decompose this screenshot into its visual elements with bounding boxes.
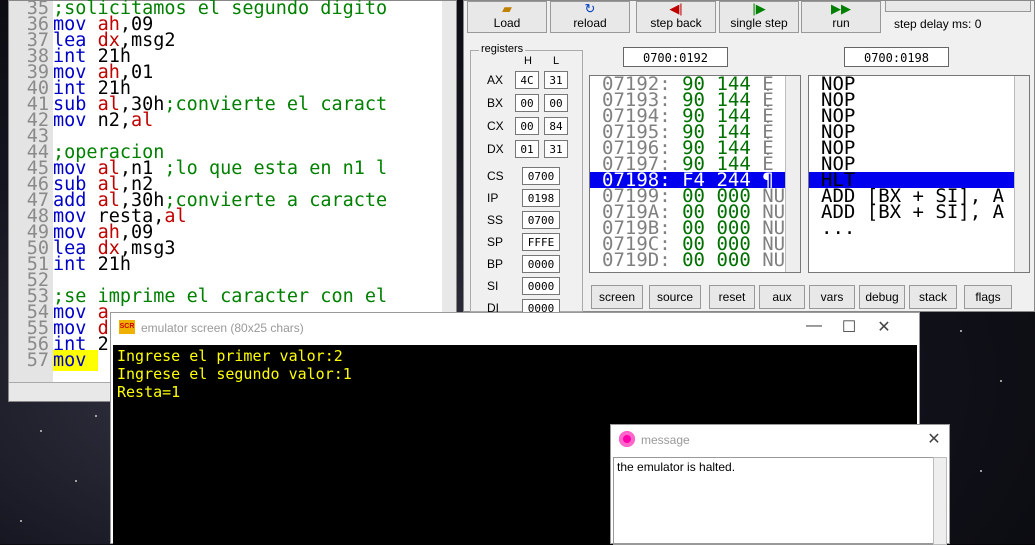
- reload-label: reload: [573, 16, 607, 30]
- button-screen[interactable]: screen: [591, 285, 643, 309]
- register-name: AX: [487, 73, 504, 87]
- emulator-screen-title: emulator screen (80x25 chars): [141, 321, 304, 335]
- disassembly-list[interactable]: NOP NOP NOP NOP NOP NOP HLT ADD [BX + SI], A ADD…: [808, 75, 1030, 273]
- emulator-screen-app-icon: SCR: [119, 320, 135, 334]
- reload-button[interactable]: ↻ reload: [550, 1, 630, 33]
- message-titlebar[interactable]: message ✕: [611, 425, 949, 453]
- registers-title: registers: [479, 43, 526, 55]
- step-back-button[interactable]: ◀| step back: [636, 1, 716, 33]
- code-token: ;convierte el caract: [164, 94, 388, 115]
- code-token: ;lo que esta en n1 l: [164, 158, 388, 179]
- register-name: SI: [487, 279, 499, 293]
- register-value-field[interactable]: 0700: [522, 211, 560, 229]
- register-value-field[interactable]: 0198: [522, 189, 560, 207]
- button-debug[interactable]: debug: [859, 285, 905, 309]
- code-token: al: [164, 206, 187, 227]
- register-h-byte-field[interactable]: 4C: [515, 71, 539, 89]
- button-stack[interactable]: stack: [909, 285, 957, 309]
- memory-address-field[interactable]: 0700:0192: [623, 47, 728, 67]
- register-name: CS: [487, 169, 504, 183]
- button-aux[interactable]: aux: [759, 285, 805, 309]
- maximize-icon[interactable]: ☐: [834, 317, 864, 337]
- message-app-icon: [619, 431, 635, 447]
- close-icon[interactable]: ✕: [869, 317, 899, 337]
- registers-panel: registers H L AX 4C 31 BX 00 00 CX 00 84 DX 01 31 CS…: [470, 43, 583, 317]
- high-byte-header: H: [524, 55, 532, 67]
- register-value-field[interactable]: FFFE: [522, 233, 560, 251]
- register-h-byte-field[interactable]: 01: [515, 140, 539, 158]
- single-step-label: single step: [730, 16, 788, 30]
- single-step-button[interactable]: |▶ single step: [719, 1, 799, 33]
- emulator-screen-titlebar[interactable]: SCR emulator screen (80x25 chars) — ☐ ✕: [111, 313, 919, 343]
- memory-dec: 000: [716, 249, 751, 271]
- disasm-address-field[interactable]: 0700:0198: [844, 47, 949, 67]
- register-l-byte-field[interactable]: 84: [544, 117, 568, 135]
- register-name: SP: [487, 235, 504, 249]
- register-name: BX: [487, 96, 504, 110]
- register-name: SS: [487, 213, 504, 227]
- disassembly-scrollbar[interactable]: [1014, 76, 1029, 272]
- register-name: CX: [487, 119, 504, 133]
- register-value-field[interactable]: 0000: [522, 277, 560, 295]
- single-step-icon: |▶: [752, 1, 766, 16]
- load-icon: ▰: [502, 1, 512, 16]
- register-value-field[interactable]: 0000: [522, 255, 560, 273]
- message-scrollbar[interactable]: [933, 457, 947, 545]
- code-token: int: [53, 254, 98, 275]
- register-value-field[interactable]: 0700: [522, 167, 560, 185]
- memory-scrollbar[interactable]: [785, 76, 800, 272]
- console-line: Resta=1: [117, 383, 181, 401]
- register-name: IP: [487, 191, 499, 205]
- run-label: run: [832, 16, 850, 30]
- code-line[interactable]: 42 mov n2,al: [9, 110, 387, 131]
- load-label: Load: [493, 16, 521, 30]
- message-text: the emulator is halted.: [613, 457, 935, 545]
- load-button[interactable]: ▰ Load: [467, 1, 547, 33]
- reload-icon: ↻: [584, 1, 596, 16]
- register-l-byte-field[interactable]: 31: [544, 71, 568, 89]
- button-flags[interactable]: flags: [964, 285, 1012, 309]
- code-token: 2: [97, 334, 109, 355]
- button-source[interactable]: source: [649, 285, 701, 309]
- code-token: 21h: [97, 254, 131, 275]
- step-delay-label: step delay ms: 0: [894, 17, 982, 31]
- memory-list[interactable]: 07192: 90 144 É 07193: 90 144 É 07194: 90 …: [589, 75, 801, 273]
- step-back-icon: ◀|: [669, 1, 683, 16]
- code-token: al: [130, 110, 154, 131]
- message-title: message: [641, 433, 690, 447]
- button-vars[interactable]: vars: [809, 285, 855, 309]
- console-line: Ingrese el segundo valor:1: [117, 365, 352, 383]
- register-name: BP: [487, 257, 504, 271]
- message-dialog: message ✕ the emulator is halted.: [610, 424, 950, 545]
- run-button[interactable]: ▶▶ run: [801, 1, 881, 33]
- step-back-label: step back: [650, 16, 702, 30]
- code-token: mov: [53, 110, 98, 131]
- run-icon: ▶▶: [831, 1, 851, 16]
- message-close-icon[interactable]: ✕: [919, 429, 949, 449]
- memory-row[interactable]: 0719D: 00 000 NU: [590, 249, 800, 271]
- register-l-byte-field[interactable]: 31: [544, 140, 568, 158]
- step-delay-slider[interactable]: [885, 1, 1031, 12]
- memory-addr: 0719D:: [602, 249, 671, 271]
- code-token: n2,: [97, 110, 131, 131]
- console-line: Ingrese el primer valor:2: [117, 347, 343, 365]
- button-reset[interactable]: reset: [709, 285, 755, 309]
- register-h-byte-field[interactable]: 00: [515, 117, 539, 135]
- line-number: 57: [26, 350, 49, 371]
- code-token: mov: [53, 350, 98, 371]
- register-name: DX: [487, 142, 504, 156]
- code-token: ;convierte a caracte: [164, 190, 388, 211]
- low-byte-header: L: [553, 55, 560, 67]
- memory-ch: NU: [762, 249, 786, 271]
- register-l-byte-field[interactable]: 00: [544, 94, 568, 112]
- memory-hex: 00: [682, 249, 705, 271]
- register-h-byte-field[interactable]: 00: [515, 94, 539, 112]
- minimize-icon[interactable]: —: [799, 317, 829, 335]
- code-line[interactable]: 51 int 21h: [9, 254, 387, 275]
